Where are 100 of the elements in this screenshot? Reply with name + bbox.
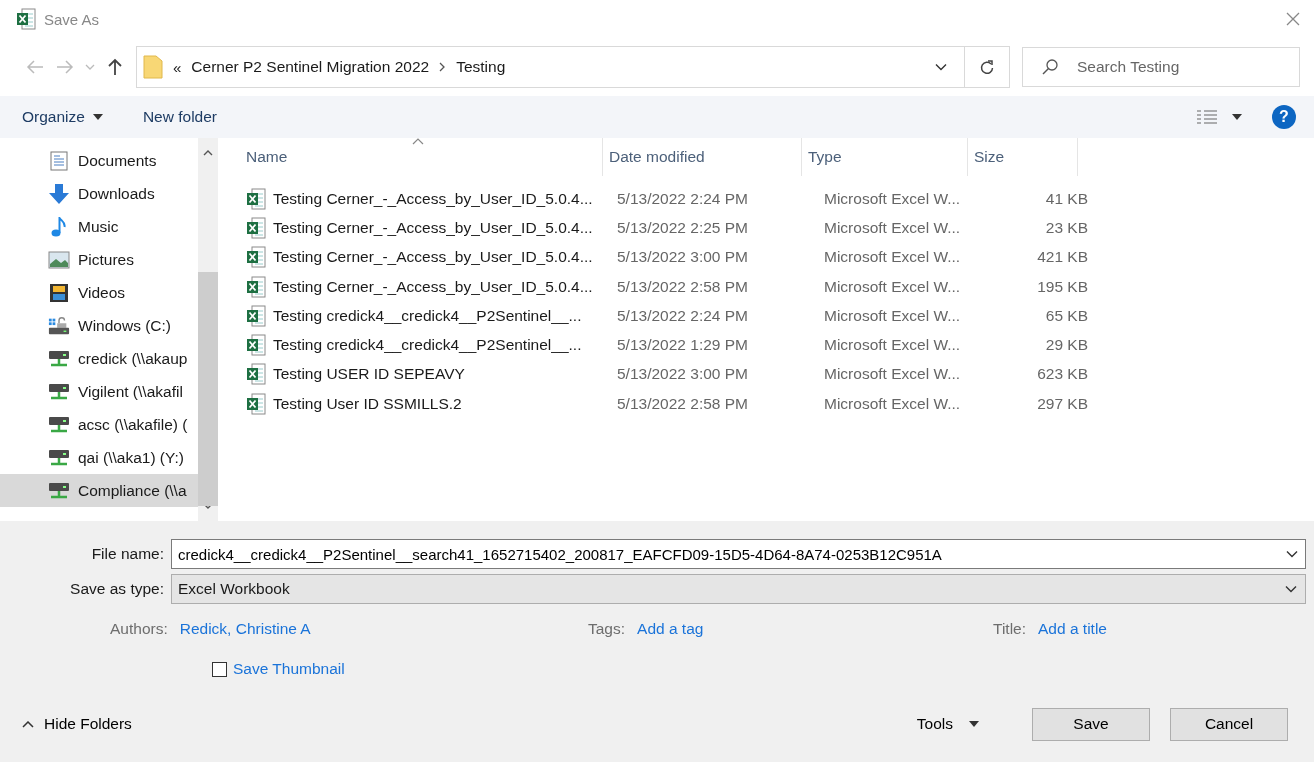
excel-file-icon bbox=[246, 187, 266, 210]
metadata-label: Title: bbox=[993, 620, 1026, 638]
file-size: 297 KB bbox=[1037, 394, 1088, 412]
field-label: File name: bbox=[91, 545, 164, 562]
date-modified: 5/13/2022 3:00 PM bbox=[617, 365, 748, 383]
drive-icon bbox=[48, 315, 70, 336]
sidebar-item[interactable]: credick (\\akaup bbox=[0, 342, 198, 375]
view-caret-icon bbox=[1232, 114, 1242, 120]
excel-file-icon bbox=[246, 363, 266, 386]
file-type: Microsoft Excel W... bbox=[824, 189, 961, 207]
collapse-chevron-icon bbox=[22, 720, 34, 728]
document-icon bbox=[50, 150, 68, 171]
metadata-label: Authors: bbox=[110, 620, 168, 638]
save-type-dropdown[interactable]: Excel Workbook bbox=[171, 574, 1306, 604]
metadata-label: Tags: bbox=[588, 620, 626, 638]
checkbox[interactable] bbox=[212, 661, 227, 677]
excel-file-icon bbox=[246, 246, 266, 269]
file-name-field[interactable]: credick4__credick4__P2Sentinel__search41_1652715402_200817_EAFCFD09-15D5-4D64-8A74-0253B12C951A bbox=[171, 539, 1306, 569]
date-modified: 5/13/2022 2:25 PM bbox=[617, 218, 748, 236]
sidebar-item[interactable]: Documents bbox=[0, 144, 198, 177]
file-size: 41 KB bbox=[1045, 189, 1088, 207]
breadcrumb-separator-icon bbox=[439, 62, 447, 72]
sidebar-item[interactable]: Pictures bbox=[0, 243, 198, 276]
excel-file-icon bbox=[246, 334, 266, 357]
address-bar[interactable]: « Cerner P2 Sentinel Migration 2022 Testing bbox=[136, 46, 1010, 88]
forward-arrow-icon[interactable] bbox=[56, 60, 74, 74]
refresh-icon[interactable] bbox=[980, 59, 994, 75]
scroll-down-icon[interactable] bbox=[203, 503, 213, 509]
file-name[interactable]: Testing User ID SSMILLS.2 bbox=[273, 394, 462, 413]
file-name[interactable]: Testing Cerner_-_Access_by_User_ID_5.0.4... bbox=[273, 189, 593, 208]
file-type: Microsoft Excel W... bbox=[824, 306, 961, 324]
scroll-up-icon[interactable] bbox=[203, 150, 213, 156]
dropdown-chevron-icon bbox=[1286, 550, 1298, 558]
column-header[interactable]: Size bbox=[968, 138, 1078, 176]
new-folder-button[interactable]: New folder bbox=[132, 104, 227, 130]
download-arrow-icon bbox=[48, 183, 70, 204]
column-header[interactable]: Date modified bbox=[603, 138, 802, 176]
column-header[interactable]: Name bbox=[240, 138, 603, 176]
cancel-button[interactable]: Cancel bbox=[1170, 707, 1288, 741]
sidebar-item[interactable]: Downloads bbox=[0, 177, 198, 210]
checkbox-label[interactable]: Save Thumbnail bbox=[233, 660, 345, 678]
network-drive-icon bbox=[48, 349, 70, 368]
file-size: 421 KB bbox=[1037, 248, 1088, 266]
sidebar-item[interactable]: qai (\\aka1) (Y:) bbox=[0, 441, 198, 474]
file-type: Microsoft Excel W... bbox=[824, 394, 961, 412]
file-type: Microsoft Excel W... bbox=[824, 277, 961, 295]
tools-menu[interactable]: Tools bbox=[910, 714, 985, 734]
file-size: 23 KB bbox=[1045, 218, 1088, 236]
organize-menu[interactable]: Organize bbox=[12, 104, 113, 130]
network-drive-icon bbox=[48, 481, 70, 500]
caret-icon bbox=[969, 721, 979, 727]
network-drive-icon bbox=[48, 415, 70, 434]
hide-folders-button[interactable]: Hide Folders bbox=[22, 715, 132, 733]
up-arrow-icon[interactable] bbox=[107, 58, 123, 76]
column-header[interactable]: Type bbox=[802, 138, 968, 176]
date-modified: 5/13/2022 2:58 PM bbox=[617, 277, 748, 295]
metadata-value-link[interactable]: Redick, Christine A bbox=[179, 620, 311, 638]
breadcrumb[interactable]: Testing bbox=[456, 58, 506, 76]
close-icon[interactable] bbox=[1286, 12, 1300, 26]
search-field[interactable]: Search Testing bbox=[1022, 47, 1300, 87]
recent-chevron-icon[interactable] bbox=[85, 64, 95, 70]
excel-file-icon bbox=[246, 392, 266, 415]
date-modified: 5/13/2022 2:58 PM bbox=[617, 394, 748, 412]
file-type: Microsoft Excel W... bbox=[824, 365, 961, 383]
sidebar-item[interactable]: Music bbox=[0, 210, 198, 243]
date-modified: 5/13/2022 2:24 PM bbox=[617, 306, 748, 324]
overflow-marker[interactable]: « bbox=[173, 58, 182, 76]
file-name[interactable]: Testing Cerner_-_Access_by_User_ID_5.0.4... bbox=[273, 248, 593, 267]
date-modified: 5/13/2022 1:29 PM bbox=[617, 336, 748, 354]
file-name[interactable]: Testing credick4__credick4__P2Sentinel__... bbox=[273, 306, 582, 325]
file-name[interactable]: Testing Cerner_-_Access_by_User_ID_5.0.4... bbox=[273, 218, 593, 237]
film-icon bbox=[49, 282, 69, 303]
network-drive-icon bbox=[48, 448, 70, 467]
field-label: Save as type: bbox=[70, 580, 164, 597]
save-button[interactable]: Save bbox=[1032, 707, 1150, 741]
file-name[interactable]: Testing USER ID SEPEAVY bbox=[273, 365, 465, 384]
metadata-value-link[interactable]: Add a tag bbox=[637, 620, 704, 638]
sidebar-item[interactable]: acsc (\\akafile) ( bbox=[0, 408, 198, 441]
sidebar-item[interactable]: Windows (C:) bbox=[0, 309, 198, 342]
sidebar-item[interactable]: Videos bbox=[0, 276, 198, 309]
help-button[interactable]: ? bbox=[1272, 105, 1296, 129]
dropdown-chevron-icon bbox=[1285, 585, 1297, 593]
view-options-icon[interactable] bbox=[1196, 109, 1218, 125]
file-name[interactable]: Testing credick4__credick4__P2Sentinel__... bbox=[273, 336, 582, 355]
back-arrow-icon[interactable] bbox=[26, 60, 44, 74]
excel-file-icon bbox=[246, 304, 266, 327]
file-size: 195 KB bbox=[1037, 277, 1088, 295]
metadata-value-link[interactable]: Add a title bbox=[1038, 620, 1107, 638]
file-size: 65 KB bbox=[1045, 306, 1088, 324]
sidebar-item[interactable]: Compliance (\\a bbox=[0, 474, 198, 507]
folder-icon bbox=[143, 55, 163, 79]
excel-file-icon bbox=[246, 216, 266, 239]
breadcrumb[interactable]: Cerner P2 Sentinel Migration 2022 bbox=[191, 58, 430, 76]
network-drive-icon bbox=[48, 382, 70, 401]
sidebar-item[interactable]: Vigilent (\\akafil bbox=[0, 375, 198, 408]
scrollbar[interactable] bbox=[198, 138, 218, 521]
file-name[interactable]: Testing Cerner_-_Access_by_User_ID_5.0.4... bbox=[273, 277, 593, 296]
excel-file-icon bbox=[246, 275, 266, 298]
excel-icon bbox=[16, 8, 36, 30]
file-type: Microsoft Excel W... bbox=[824, 218, 961, 236]
